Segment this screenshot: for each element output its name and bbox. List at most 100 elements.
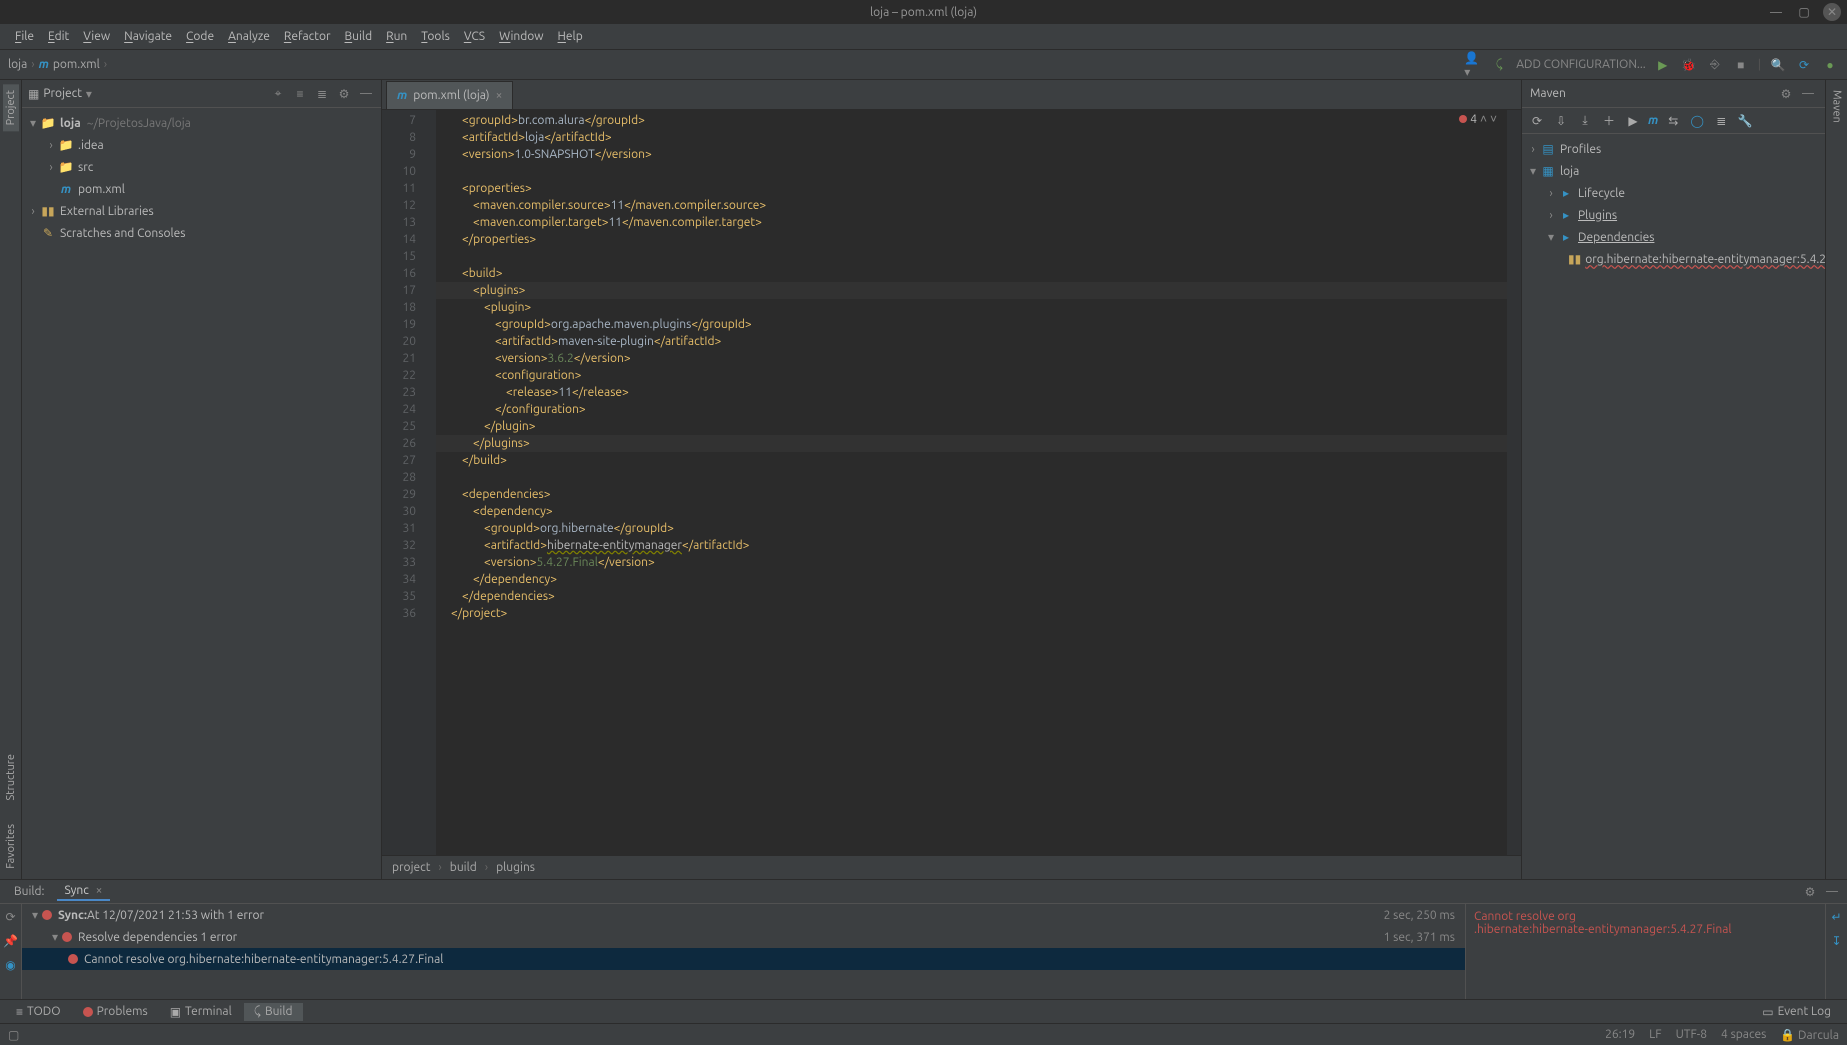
ide-update-icon[interactable]: ● bbox=[1821, 56, 1839, 74]
maven-dependency-item[interactable]: ▮▮ org.hibernate:hibernate-entitymanager… bbox=[1522, 248, 1825, 270]
chevron-up-icon[interactable]: ˄ bbox=[1480, 112, 1487, 126]
problems-tab[interactable]: Problems bbox=[73, 1003, 158, 1020]
gear-icon[interactable]: ⚙ bbox=[335, 85, 353, 103]
editor-tab[interactable]: m pom.xml (loja) × bbox=[386, 81, 513, 109]
maven-lifecycle[interactable]: › ▸ Lifecycle bbox=[1522, 182, 1825, 204]
favorites-tool-tab[interactable]: Favorites bbox=[3, 818, 19, 875]
chevron-right-icon[interactable]: › bbox=[1544, 187, 1558, 200]
toggle-icon[interactable]: ⇆ bbox=[1664, 112, 1682, 130]
offline-icon[interactable]: ◯ bbox=[1688, 112, 1706, 130]
build-tab[interactable]: ⤹Build bbox=[244, 1003, 303, 1021]
scroll-icon[interactable]: ↧ bbox=[1828, 932, 1846, 950]
project-panel-title[interactable]: ▦ Project ▾ bbox=[28, 87, 92, 101]
soft-wrap-icon[interactable]: ↵ bbox=[1828, 908, 1846, 926]
indent-config[interactable]: 4 spaces bbox=[1721, 1028, 1766, 1041]
minimize-button[interactable]: — bbox=[1767, 3, 1785, 21]
maven-icon[interactable]: m bbox=[1648, 114, 1658, 127]
maximize-button[interactable]: ▢ bbox=[1795, 3, 1813, 21]
tree-root[interactable]: ▾ 📁 loja ~/ProjetosJava/loja bbox=[22, 112, 381, 134]
breadcrumb-item[interactable]: pom.xml bbox=[53, 58, 100, 71]
inspection-badge[interactable]: 4 ˄ ˅ bbox=[1459, 112, 1497, 126]
breadcrumb-item[interactable]: build bbox=[450, 861, 477, 874]
hide-icon[interactable]: — bbox=[1823, 883, 1841, 901]
chevron-down-icon[interactable]: ▾ bbox=[1526, 164, 1540, 178]
tree-node-scratches[interactable]: ✎ Scratches and Consoles bbox=[22, 222, 381, 244]
pin-icon[interactable]: 📌 bbox=[2, 932, 20, 950]
sync-icon[interactable]: ⟳ bbox=[1795, 56, 1813, 74]
file-encoding[interactable]: UTF-8 bbox=[1676, 1028, 1707, 1041]
menu-tools[interactable]: Tools bbox=[414, 27, 457, 46]
menu-file[interactable]: File bbox=[8, 27, 41, 46]
reload-icon[interactable]: ⟳ bbox=[1528, 112, 1546, 130]
theme-indicator[interactable]: 🔒 Darcula bbox=[1780, 1028, 1839, 1042]
menu-help[interactable]: Help bbox=[551, 27, 590, 46]
maven-plugins[interactable]: › ▸ Plugins bbox=[1522, 204, 1825, 226]
line-separator[interactable]: LF bbox=[1649, 1028, 1661, 1041]
expand-icon[interactable]: ≡ bbox=[291, 85, 309, 103]
chevron-down-icon[interactable]: ▾ bbox=[1544, 230, 1558, 244]
build-row[interactable]: ▾Sync: At 12/07/2021 21:53 with 1 error2… bbox=[22, 904, 1465, 926]
chevron-down-icon[interactable]: ˅ bbox=[1490, 112, 1497, 126]
menu-vcs[interactable]: VCS bbox=[457, 27, 492, 46]
maven-profiles[interactable]: › ▤ Profiles bbox=[1522, 138, 1825, 160]
run-config-dropdown[interactable]: ADD CONFIGURATION... bbox=[1516, 58, 1646, 71]
project-tree[interactable]: ▾ 📁 loja ~/ProjetosJava/loja › 📁 .idea ›… bbox=[22, 108, 381, 879]
gear-icon[interactable]: ⚙ bbox=[1801, 883, 1819, 901]
event-log-tab[interactable]: ▭Event Log bbox=[1752, 1003, 1841, 1021]
menu-run[interactable]: Run bbox=[379, 27, 414, 46]
target-icon[interactable]: ⌖ bbox=[269, 85, 287, 103]
tree-node-idea[interactable]: › 📁 .idea bbox=[22, 134, 381, 156]
breadcrumb-item[interactable]: project bbox=[392, 861, 430, 874]
code-editor[interactable]: 7891011121314151617181920212223242526272… bbox=[382, 110, 1521, 855]
chevron-right-icon[interactable]: › bbox=[44, 139, 58, 152]
chevron-down-icon[interactable]: ▾ bbox=[26, 116, 40, 130]
generate-icon[interactable]: ⇩ bbox=[1552, 112, 1570, 130]
add-icon[interactable]: ＋ bbox=[1600, 112, 1618, 130]
project-tool-tab[interactable]: Project bbox=[3, 84, 19, 131]
rerun-icon[interactable]: ⟳ bbox=[2, 908, 20, 926]
run-icon[interactable]: ▶ bbox=[1624, 112, 1642, 130]
coverage-icon[interactable]: ⎆ bbox=[1706, 56, 1724, 74]
terminal-tab[interactable]: ▣Terminal bbox=[160, 1003, 242, 1021]
run-icon[interactable]: ▶ bbox=[1654, 56, 1672, 74]
tree-node-pom[interactable]: m pom.xml bbox=[22, 178, 381, 200]
close-button[interactable]: ✕ bbox=[1823, 3, 1841, 21]
todo-tab[interactable]: ≡TODO bbox=[6, 1003, 71, 1021]
collapse-icon[interactable]: ≣ bbox=[313, 85, 331, 103]
build-row[interactable]: ▾Resolve dependencies 1 error1 sec, 371 … bbox=[22, 926, 1465, 948]
structure-tool-tab[interactable]: Structure bbox=[3, 748, 19, 807]
add-user-icon[interactable]: 👤▾ bbox=[1464, 56, 1482, 74]
wrench-icon[interactable]: 🔧 bbox=[1736, 112, 1754, 130]
maven-dependencies[interactable]: ▾ ▸ Dependencies bbox=[1522, 226, 1825, 248]
toggle-view-icon[interactable]: ◉ bbox=[2, 956, 20, 974]
maven-project-root[interactable]: ▾ ▦ loja bbox=[1522, 160, 1825, 182]
chevron-right-icon[interactable]: › bbox=[1526, 143, 1540, 156]
close-icon[interactable]: × bbox=[96, 884, 103, 897]
tree-node-src[interactable]: › 📁 src bbox=[22, 156, 381, 178]
tree-node-ext-libs[interactable]: › ▮▮ External Libraries bbox=[22, 200, 381, 222]
fold-column[interactable] bbox=[422, 110, 436, 855]
menu-window[interactable]: Window bbox=[492, 27, 550, 46]
code-content[interactable]: <groupId>br.com.alura</groupId> <artifac… bbox=[436, 110, 1521, 855]
breadcrumb-item[interactable]: plugins bbox=[496, 861, 535, 874]
search-icon[interactable]: 🔍 bbox=[1769, 56, 1787, 74]
caret-position[interactable]: 26:19 bbox=[1605, 1028, 1635, 1041]
sync-tab[interactable]: Sync × bbox=[57, 882, 111, 901]
debug-icon[interactable]: 🐞 bbox=[1680, 56, 1698, 74]
gear-icon[interactable]: ⚙ bbox=[1777, 85, 1795, 103]
maven-tool-tab[interactable]: Maven bbox=[1829, 84, 1845, 129]
chevron-right-icon[interactable]: › bbox=[1544, 209, 1558, 222]
menu-code[interactable]: Code bbox=[179, 27, 221, 46]
breadcrumb-item[interactable]: loja bbox=[8, 58, 27, 71]
menu-view[interactable]: View bbox=[76, 27, 117, 46]
menu-analyze[interactable]: Analyze bbox=[221, 27, 277, 46]
hide-icon[interactable]: — bbox=[357, 85, 375, 103]
menu-navigate[interactable]: Navigate bbox=[117, 27, 179, 46]
chevron-right-icon[interactable]: › bbox=[44, 161, 58, 174]
chevron-down-icon[interactable]: ▾ bbox=[48, 930, 62, 944]
maven-tree[interactable]: › ▤ Profiles ▾ ▦ loja › ▸ Lifecycle › ▸ … bbox=[1522, 134, 1825, 879]
menu-refactor[interactable]: Refactor bbox=[277, 27, 338, 46]
stop-icon[interactable]: ■ bbox=[1732, 56, 1750, 74]
hammer-icon[interactable]: ⤹ bbox=[1490, 56, 1508, 74]
menu-edit[interactable]: Edit bbox=[41, 27, 76, 46]
